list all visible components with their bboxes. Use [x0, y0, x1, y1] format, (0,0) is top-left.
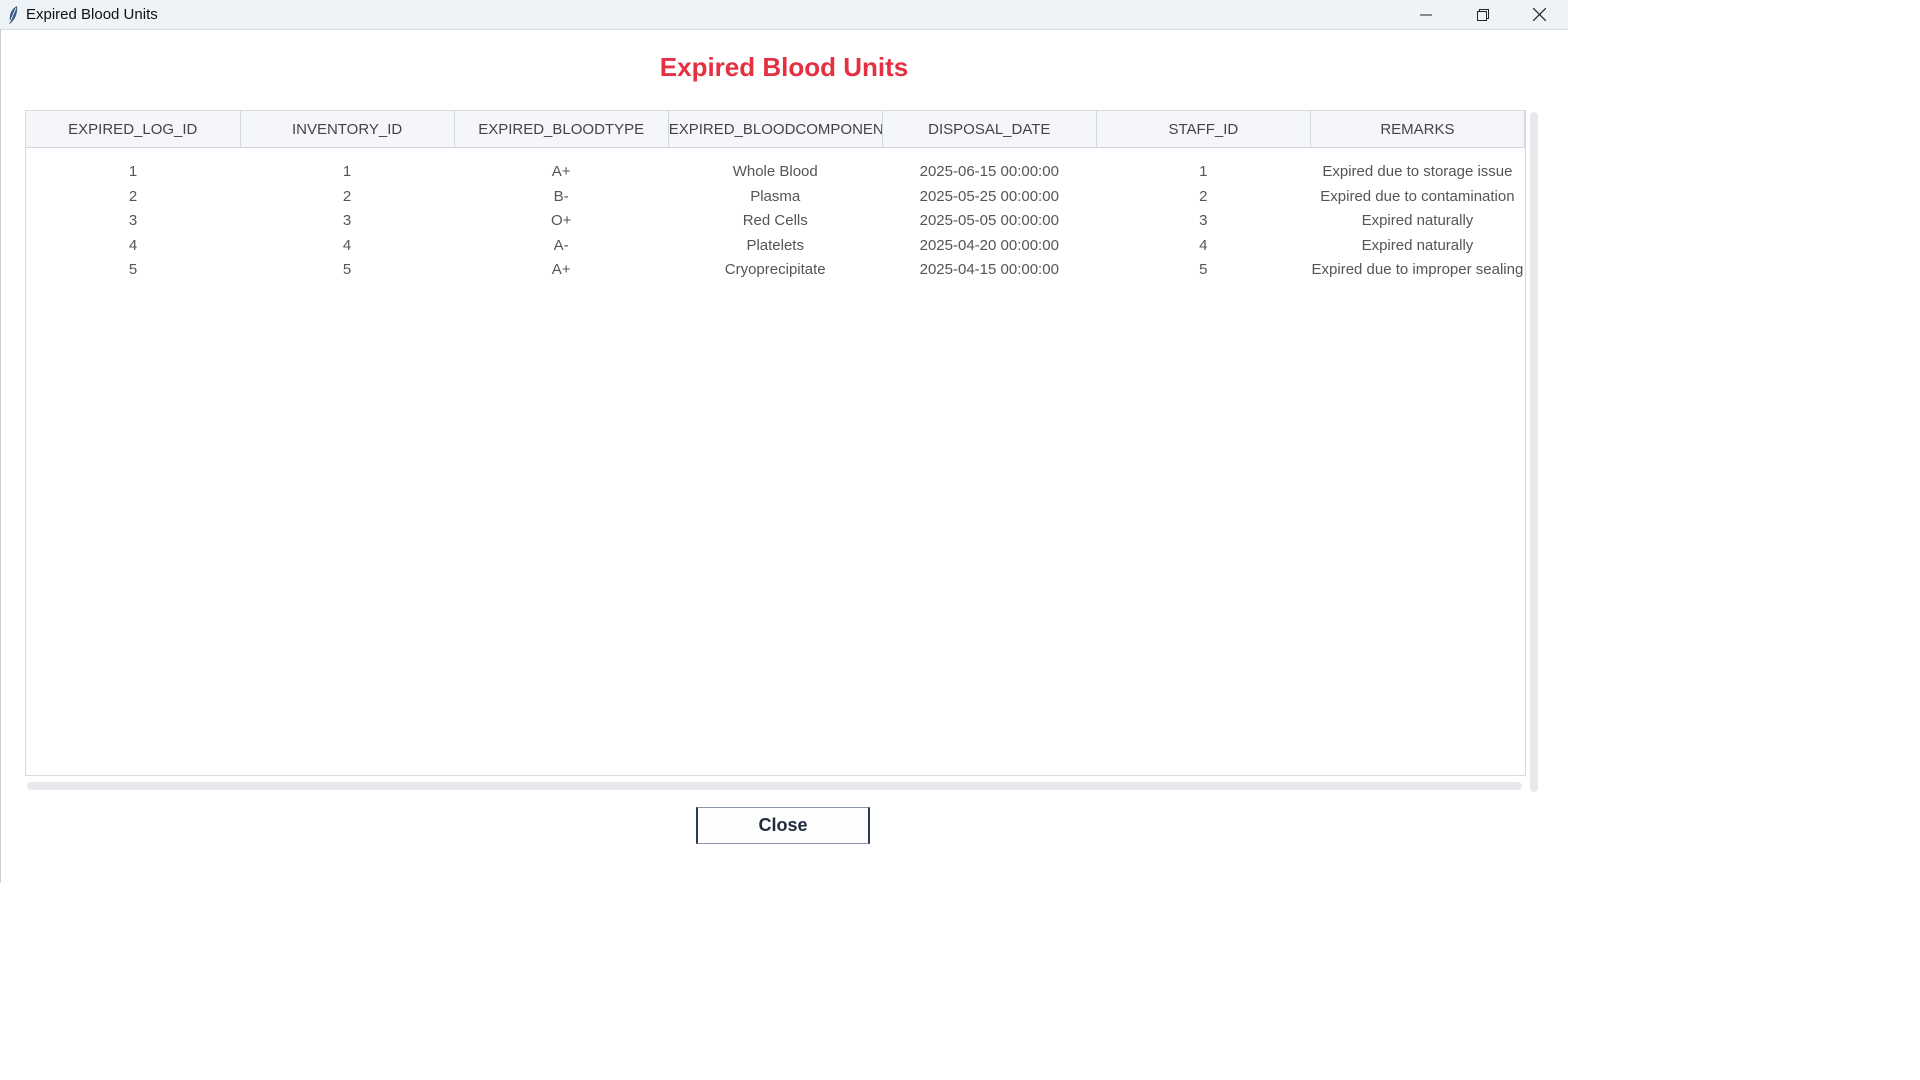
cell-inventory-id: 2 — [342, 187, 352, 205]
window-border — [0, 29, 1, 883]
restore-button[interactable] — [1454, 0, 1511, 29]
cell-disposal-date: 2025-04-20 00:00:00 — [919, 236, 1059, 254]
table-row[interactable]: 2 2 B- Plasma 2025-05-25 00:00:00 2 Expi… — [26, 184, 1525, 209]
cell-bloodtype: B- — [553, 187, 569, 205]
cell-remarks: Expired naturally — [1361, 236, 1474, 254]
column-header-inventory-id[interactable]: INVENTORY_ID — [239, 111, 455, 148]
column-header-expired-log-id[interactable]: EXPIRED_LOG_ID — [26, 111, 241, 148]
column-header-remarks[interactable]: REMARKS — [1309, 111, 1526, 148]
title-bar: Expired Blood Units — [0, 0, 1568, 30]
cell-expired-log-id: 4 — [128, 236, 138, 254]
cell-bloodcomponent: Platelets — [746, 236, 804, 254]
cell-expired-log-id: 5 — [128, 261, 138, 279]
cell-remarks: Expired naturally — [1361, 212, 1474, 230]
cell-bloodtype: O+ — [550, 212, 572, 230]
cell-remarks: Expired due to improper sealing — [1311, 261, 1524, 279]
column-header-expired-bloodcomponent[interactable]: EXPIRED_BLOODCOMPONENT — [667, 111, 883, 148]
restore-icon — [1476, 8, 1489, 21]
cell-bloodtype: A+ — [551, 261, 571, 279]
cell-expired-log-id: 1 — [128, 163, 138, 181]
cell-inventory-id: 3 — [342, 212, 352, 230]
cell-remarks: Expired due to contamination — [1320, 187, 1515, 205]
cell-disposal-date: 2025-04-15 00:00:00 — [919, 261, 1059, 279]
page-title: Expired Blood Units — [659, 52, 909, 82]
cell-disposal-date: 2025-06-15 00:00:00 — [919, 163, 1059, 181]
cell-staff-id: 4 — [1199, 236, 1208, 254]
close-icon — [1533, 8, 1546, 21]
table-row[interactable]: 1 1 A+ Whole Blood 2025-06-15 00:00:00 1… — [26, 160, 1525, 185]
window-title: Expired Blood Units — [26, 6, 158, 23]
column-header-staff-id[interactable]: STAFF_ID — [1095, 111, 1311, 148]
table-row[interactable]: 3 3 O+ Red Cells 2025-05-05 00:00:00 3 E… — [26, 209, 1525, 234]
cell-inventory-id: 1 — [342, 163, 352, 181]
cell-expired-log-id: 2 — [128, 187, 138, 205]
cell-bloodcomponent: Red Cells — [742, 212, 808, 230]
cell-inventory-id: 5 — [342, 261, 352, 279]
cell-bloodcomponent: Whole Blood — [732, 163, 818, 181]
column-header-disposal-date[interactable]: DISPOSAL_DATE — [881, 111, 1097, 148]
vertical-scrollbar[interactable] — [1530, 112, 1538, 792]
cell-expired-log-id: 3 — [128, 212, 138, 230]
spacer — [26, 148, 1525, 160]
minimize-button[interactable] — [1397, 0, 1454, 29]
cell-bloodtype: A+ — [551, 163, 571, 181]
cell-bloodtype: A- — [553, 236, 569, 254]
column-header-expired-bloodtype[interactable]: EXPIRED_BLOODTYPE — [453, 111, 669, 148]
cell-bloodcomponent: Cryoprecipitate — [724, 261, 826, 279]
cell-staff-id: 1 — [1199, 163, 1208, 181]
table-row[interactable]: 4 4 A- Platelets 2025-04-20 00:00:00 4 E… — [26, 233, 1525, 258]
table-row[interactable]: 5 5 A+ Cryoprecipitate 2025-04-15 00:00:… — [26, 258, 1525, 283]
expired-units-table[interactable]: EXPIRED_LOG_ID INVENTORY_ID EXPIRED_BLOO… — [25, 110, 1526, 776]
feather-icon — [0, 5, 26, 25]
cell-disposal-date: 2025-05-25 00:00:00 — [919, 187, 1059, 205]
minimize-icon — [1419, 14, 1432, 15]
horizontal-scrollbar[interactable] — [27, 782, 1522, 790]
cell-staff-id: 2 — [1199, 187, 1208, 205]
cell-disposal-date: 2025-05-05 00:00:00 — [919, 212, 1059, 230]
cell-remarks: Expired due to storage issue — [1322, 163, 1513, 181]
cell-inventory-id: 4 — [342, 236, 352, 254]
table-header-row: EXPIRED_LOG_ID INVENTORY_ID EXPIRED_BLOO… — [26, 111, 1526, 148]
close-window-button[interactable] — [1511, 0, 1568, 29]
cell-staff-id: 3 — [1199, 212, 1208, 230]
cell-staff-id: 5 — [1199, 261, 1208, 279]
close-button[interactable]: Close — [696, 807, 870, 844]
cell-bloodcomponent: Plasma — [750, 187, 801, 205]
